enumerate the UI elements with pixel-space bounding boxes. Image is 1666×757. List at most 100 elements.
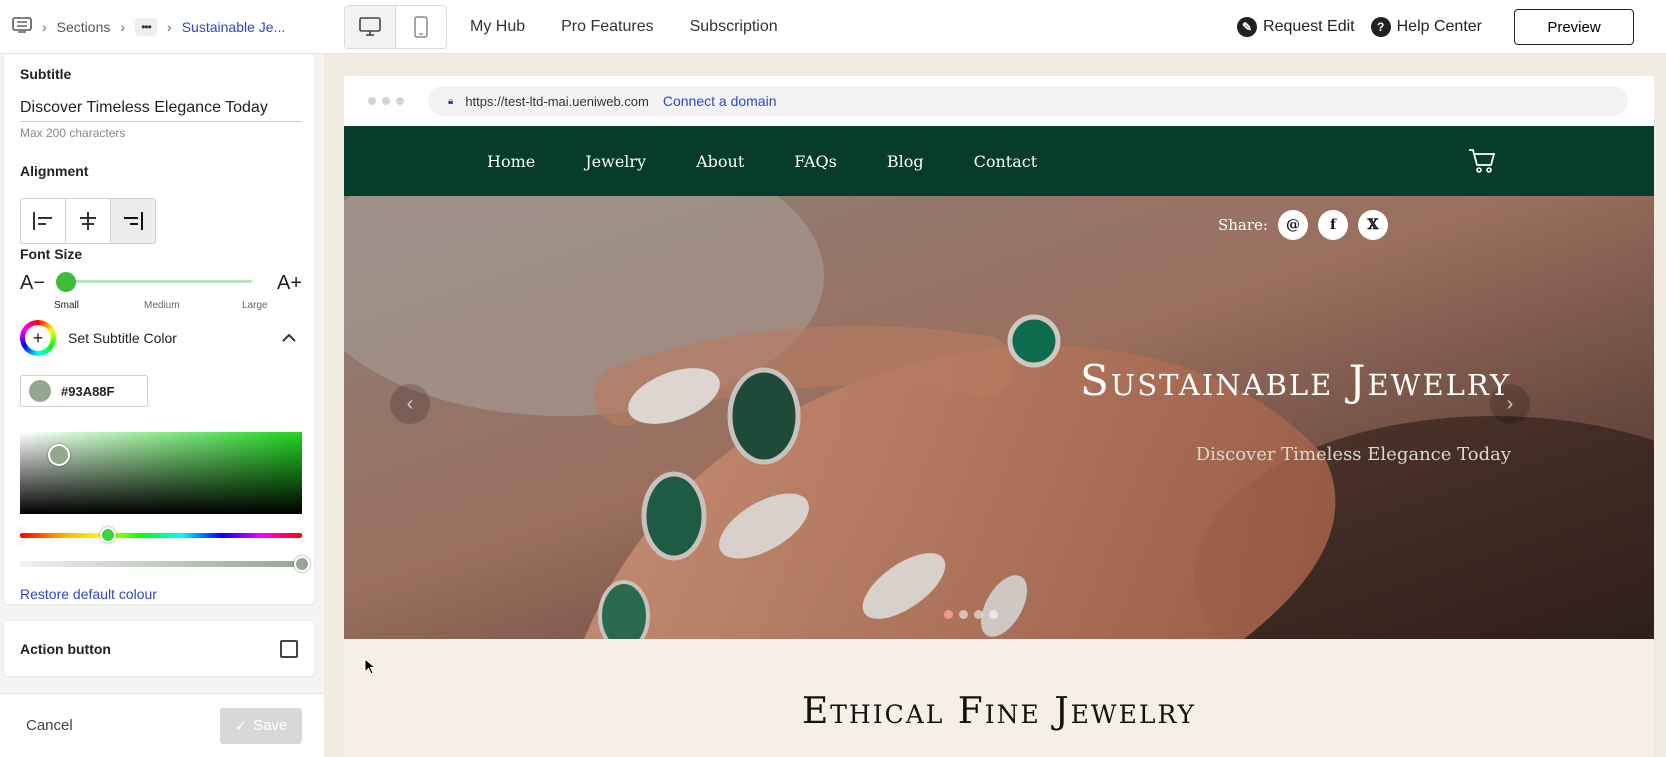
align-left-button[interactable] — [21, 199, 66, 243]
x-share-icon[interactable]: 𝕏 — [1357, 210, 1388, 240]
site-nav-jewelry[interactable]: Jewelry — [585, 152, 646, 171]
panel-footer: Cancel ✓ Save — [0, 693, 324, 757]
subtitle-hint: Max 200 characters — [20, 126, 126, 140]
section-title: Ethical Fine Jewelry — [801, 691, 1197, 732]
restore-default-colour-link[interactable]: Restore default colour — [20, 586, 157, 602]
slider-dot[interactable] — [989, 610, 998, 619]
section-ethical-jewelry: Ethical Fine Jewelry — [344, 639, 1654, 757]
action-button-checkbox[interactable] — [280, 639, 298, 658]
align-right-icon — [124, 212, 143, 230]
subtitle-label: Subtitle — [20, 66, 72, 82]
site-nav-blog[interactable]: Blog — [887, 152, 924, 171]
site-nav-about[interactable]: About — [696, 152, 744, 171]
subtitle-input[interactable] — [20, 94, 302, 122]
save-label: Save — [253, 717, 288, 734]
font-size-increase-button[interactable]: A+ — [277, 272, 302, 295]
site-nav-faqs[interactable]: FAQs — [794, 152, 837, 171]
subtitle-settings-card: Subtitle Max 200 characters Alignment Fo… — [4, 54, 314, 604]
slider-dot[interactable] — [944, 610, 953, 619]
breadcrumb: › Sections › ••• › Sustainable Je... — [0, 0, 340, 54]
request-edit-label: Request Edit — [1263, 18, 1355, 35]
action-button-label: Action button — [20, 640, 111, 657]
font-size-tick-large: Large — [242, 300, 268, 311]
lock-icon: 🔒︎ — [448, 95, 454, 107]
site-preview-area: 🔒︎ https://test-ltd-mai.ueniweb.com Conn… — [324, 54, 1666, 757]
browser-frame: 🔒︎ https://test-ltd-mai.ueniweb.com Conn… — [344, 76, 1654, 757]
font-size-label: Font Size — [20, 246, 83, 262]
chevron-right-icon: › — [120, 18, 126, 35]
top-nav: My Hub Pro Features Subscription — [470, 0, 778, 54]
nav-my-hub[interactable]: My Hub — [470, 18, 525, 36]
hero-title: Sustainable Jewelry — [1080, 356, 1511, 405]
top-bar: › Sections › ••• › Sustainable Je... My … — [0, 0, 1666, 54]
nav-subscription[interactable]: Subscription — [690, 18, 778, 36]
font-size-slider-track[interactable] — [66, 280, 252, 283]
window-dots — [368, 97, 404, 105]
top-actions: ✎ Request Edit ? Help Center Preview — [1237, 0, 1666, 54]
sections-list-icon[interactable] — [12, 17, 32, 36]
breadcrumb-sections[interactable]: Sections — [57, 19, 111, 35]
hero-image — [344, 196, 1654, 639]
help-center-label: Help Center — [1396, 18, 1482, 35]
browser-url-bar: 🔒︎ https://test-ltd-mai.ueniweb.com Conn… — [344, 76, 1654, 126]
saturation-picker-handle[interactable] — [48, 444, 70, 466]
cancel-button[interactable]: Cancel — [26, 717, 73, 734]
font-size-tick-medium: Medium — [144, 300, 180, 311]
saturation-value-picker[interactable] — [20, 432, 302, 514]
chevron-right-icon: › — [42, 18, 47, 35]
nav-pro-features[interactable]: Pro Features — [561, 18, 653, 36]
pencil-icon: ✎ — [1237, 17, 1258, 37]
site-navigation: Home Jewelry About FAQs Blog Contact — [344, 126, 1654, 196]
font-size-control: A− A+ Small Medium Large — [20, 272, 302, 312]
email-share-icon[interactable]: @ — [1277, 210, 1308, 240]
font-size-decrease-button[interactable]: A− — [20, 272, 45, 295]
desktop-icon — [359, 17, 381, 36]
color-swatch — [29, 380, 51, 402]
site-nav-home[interactable]: Home — [487, 152, 535, 171]
slider-dot[interactable] — [974, 610, 983, 619]
help-center-button[interactable]: ? Help Center — [1370, 17, 1482, 37]
save-button[interactable]: ✓ Save — [220, 707, 302, 744]
subtitle-color-toggle[interactable]: + Set Subtitle Color — [20, 318, 302, 358]
desktop-view-button[interactable] — [345, 6, 396, 48]
color-wheel-icon: + — [20, 320, 56, 356]
hex-value: #93A88F — [61, 383, 115, 399]
connect-domain-link[interactable]: Connect a domain — [663, 93, 777, 109]
opacity-slider[interactable] — [20, 556, 310, 572]
font-size-slider-handle[interactable] — [56, 272, 76, 292]
facebook-share-icon[interactable]: f — [1317, 210, 1348, 240]
align-center-button[interactable] — [66, 199, 111, 243]
action-button-card: Action button — [4, 621, 314, 676]
slider-dot[interactable] — [959, 610, 968, 619]
mobile-view-button[interactable] — [396, 6, 446, 48]
align-left-icon — [33, 212, 52, 230]
breadcrumb-more-icon[interactable]: ••• — [135, 17, 158, 36]
hero-subtitle: Discover Timeless Elegance Today — [1195, 444, 1511, 465]
alignment-group — [20, 198, 156, 244]
subtitle-color-label: Set Subtitle Color — [68, 330, 177, 346]
hex-color-input[interactable]: #93A88F — [20, 375, 148, 407]
site-url: https://test-ltd-mai.ueniweb.com — [465, 93, 649, 109]
alignment-label: Alignment — [20, 163, 89, 179]
hue-slider[interactable] — [20, 527, 302, 543]
align-center-icon — [80, 212, 96, 230]
site-nav-contact[interactable]: Contact — [974, 152, 1038, 171]
hue-slider-handle[interactable] — [100, 527, 116, 543]
help-icon: ? — [1370, 17, 1391, 37]
font-size-tick-small: Small — [54, 300, 80, 311]
request-edit-button[interactable]: ✎ Request Edit — [1237, 17, 1355, 37]
breadcrumb-current[interactable]: Sustainable Je... — [182, 19, 286, 35]
mobile-icon — [414, 16, 428, 38]
device-toggle — [344, 5, 447, 49]
check-icon: ✓ — [234, 717, 248, 735]
slider-dots — [944, 610, 998, 619]
share-bar: Share: @ f 𝕏 — [1218, 210, 1388, 240]
cart-icon[interactable] — [1468, 148, 1496, 174]
slider-prev-button[interactable]: ‹ — [390, 384, 430, 424]
mouse-cursor-icon — [364, 658, 376, 675]
hero-slider: Share: @ f 𝕏 ‹ › Sustainable Jewelry Dis… — [344, 196, 1654, 639]
preview-button[interactable]: Preview — [1514, 9, 1634, 45]
opacity-slider-handle[interactable] — [294, 556, 310, 572]
chevron-up-icon[interactable] — [282, 333, 296, 343]
align-right-button[interactable] — [111, 199, 155, 243]
